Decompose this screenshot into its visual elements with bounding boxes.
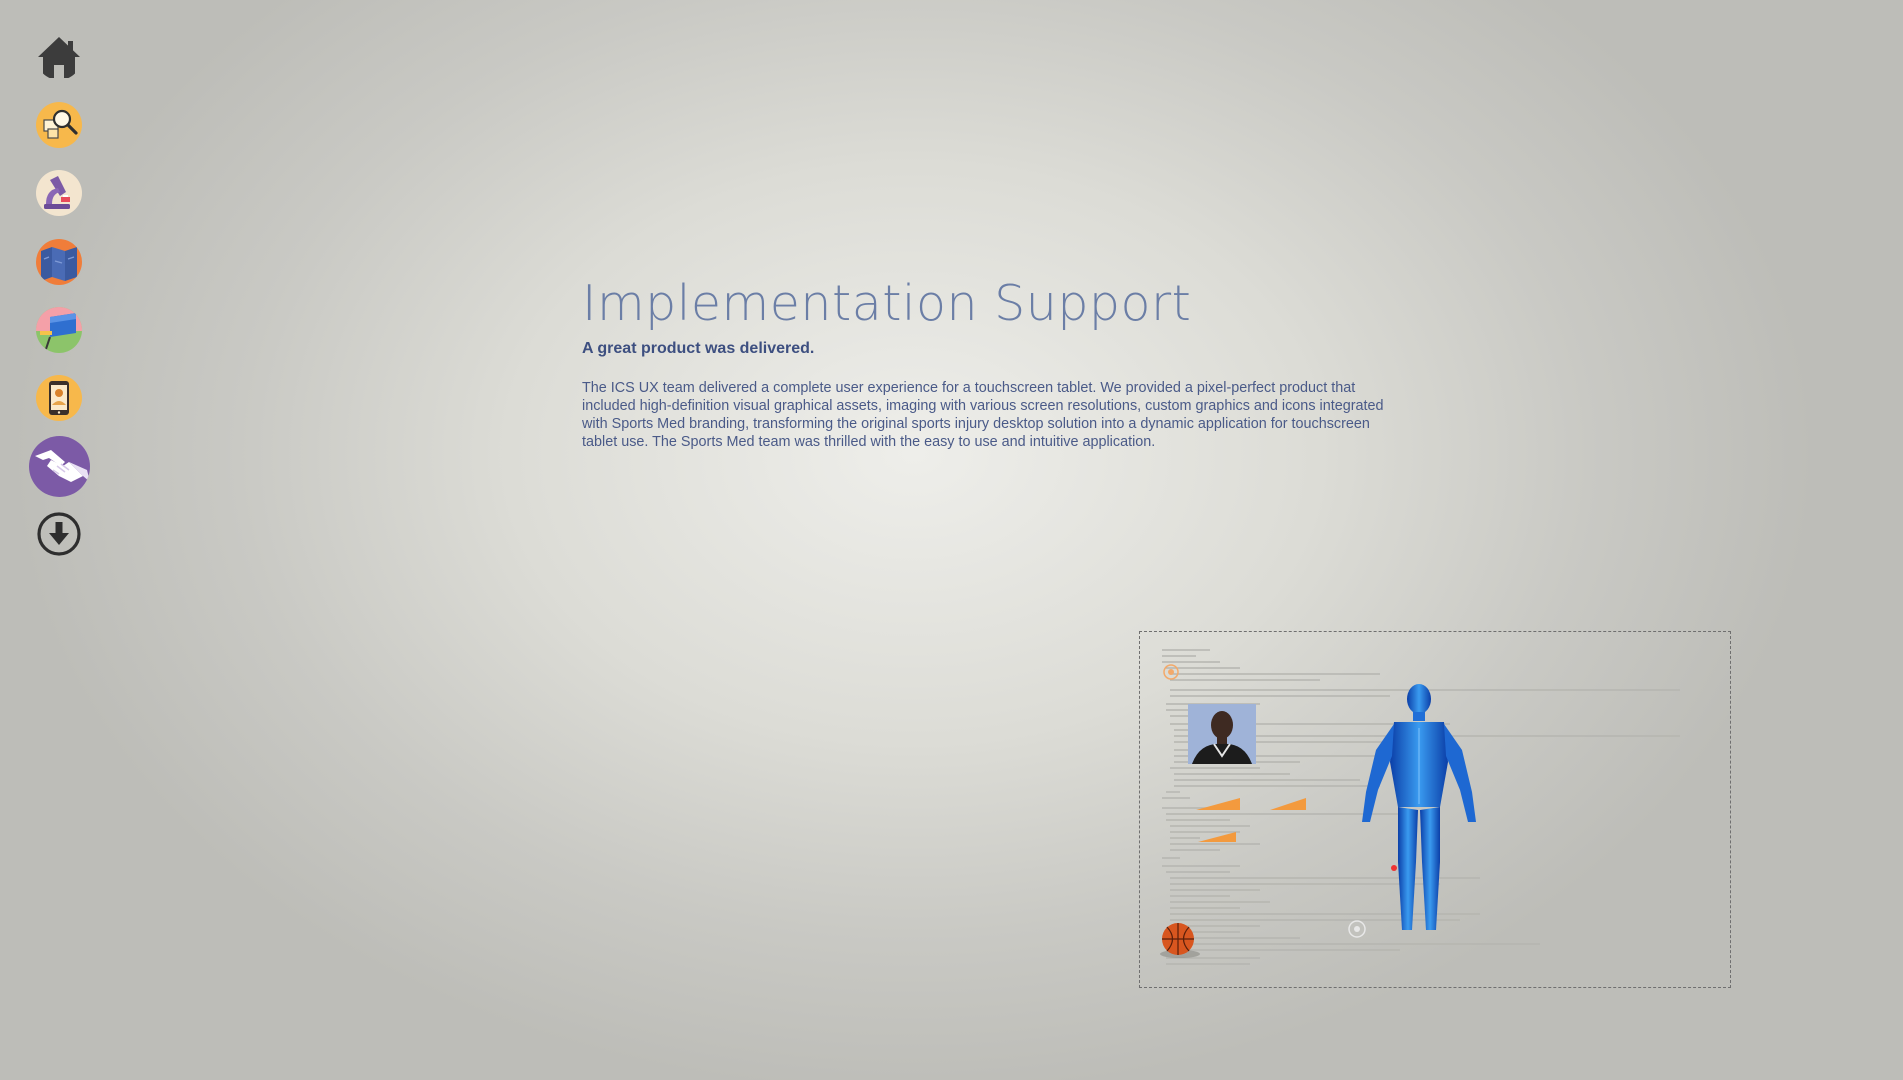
page-description: The ICS UX team delivered a complete use… — [582, 380, 1384, 450]
showcase-image — [1139, 631, 1731, 988]
main-content: Implementation Support A great product w… — [582, 272, 1402, 451]
microscope-icon — [36, 170, 82, 216]
athlete-photo — [1188, 704, 1256, 764]
easel-design-icon — [36, 307, 82, 353]
folded-map-icon — [36, 239, 82, 285]
basketball-icon — [1160, 923, 1200, 958]
page-subtitle: A great product was delivered. — [582, 340, 815, 357]
home-icon — [36, 34, 82, 80]
nav-download[interactable] — [36, 511, 82, 557]
handshake-icon — [29, 436, 90, 497]
tablet-user-icon — [36, 375, 82, 421]
page-title: Implementation Support — [582, 275, 1192, 332]
nav-mobile[interactable] — [36, 375, 82, 421]
nav-implementation[interactable] — [29, 436, 90, 497]
sidebar-nav — [0, 0, 120, 1080]
magnifier-analysis-icon — [36, 102, 82, 148]
nav-design[interactable] — [36, 307, 82, 353]
nav-microscope[interactable] — [36, 170, 82, 216]
nav-home[interactable] — [36, 34, 82, 80]
nav-map[interactable] — [36, 239, 82, 285]
anatomy-figure-illustration — [1362, 684, 1476, 930]
download-circle-icon — [36, 511, 82, 557]
nav-research[interactable] — [36, 102, 82, 148]
